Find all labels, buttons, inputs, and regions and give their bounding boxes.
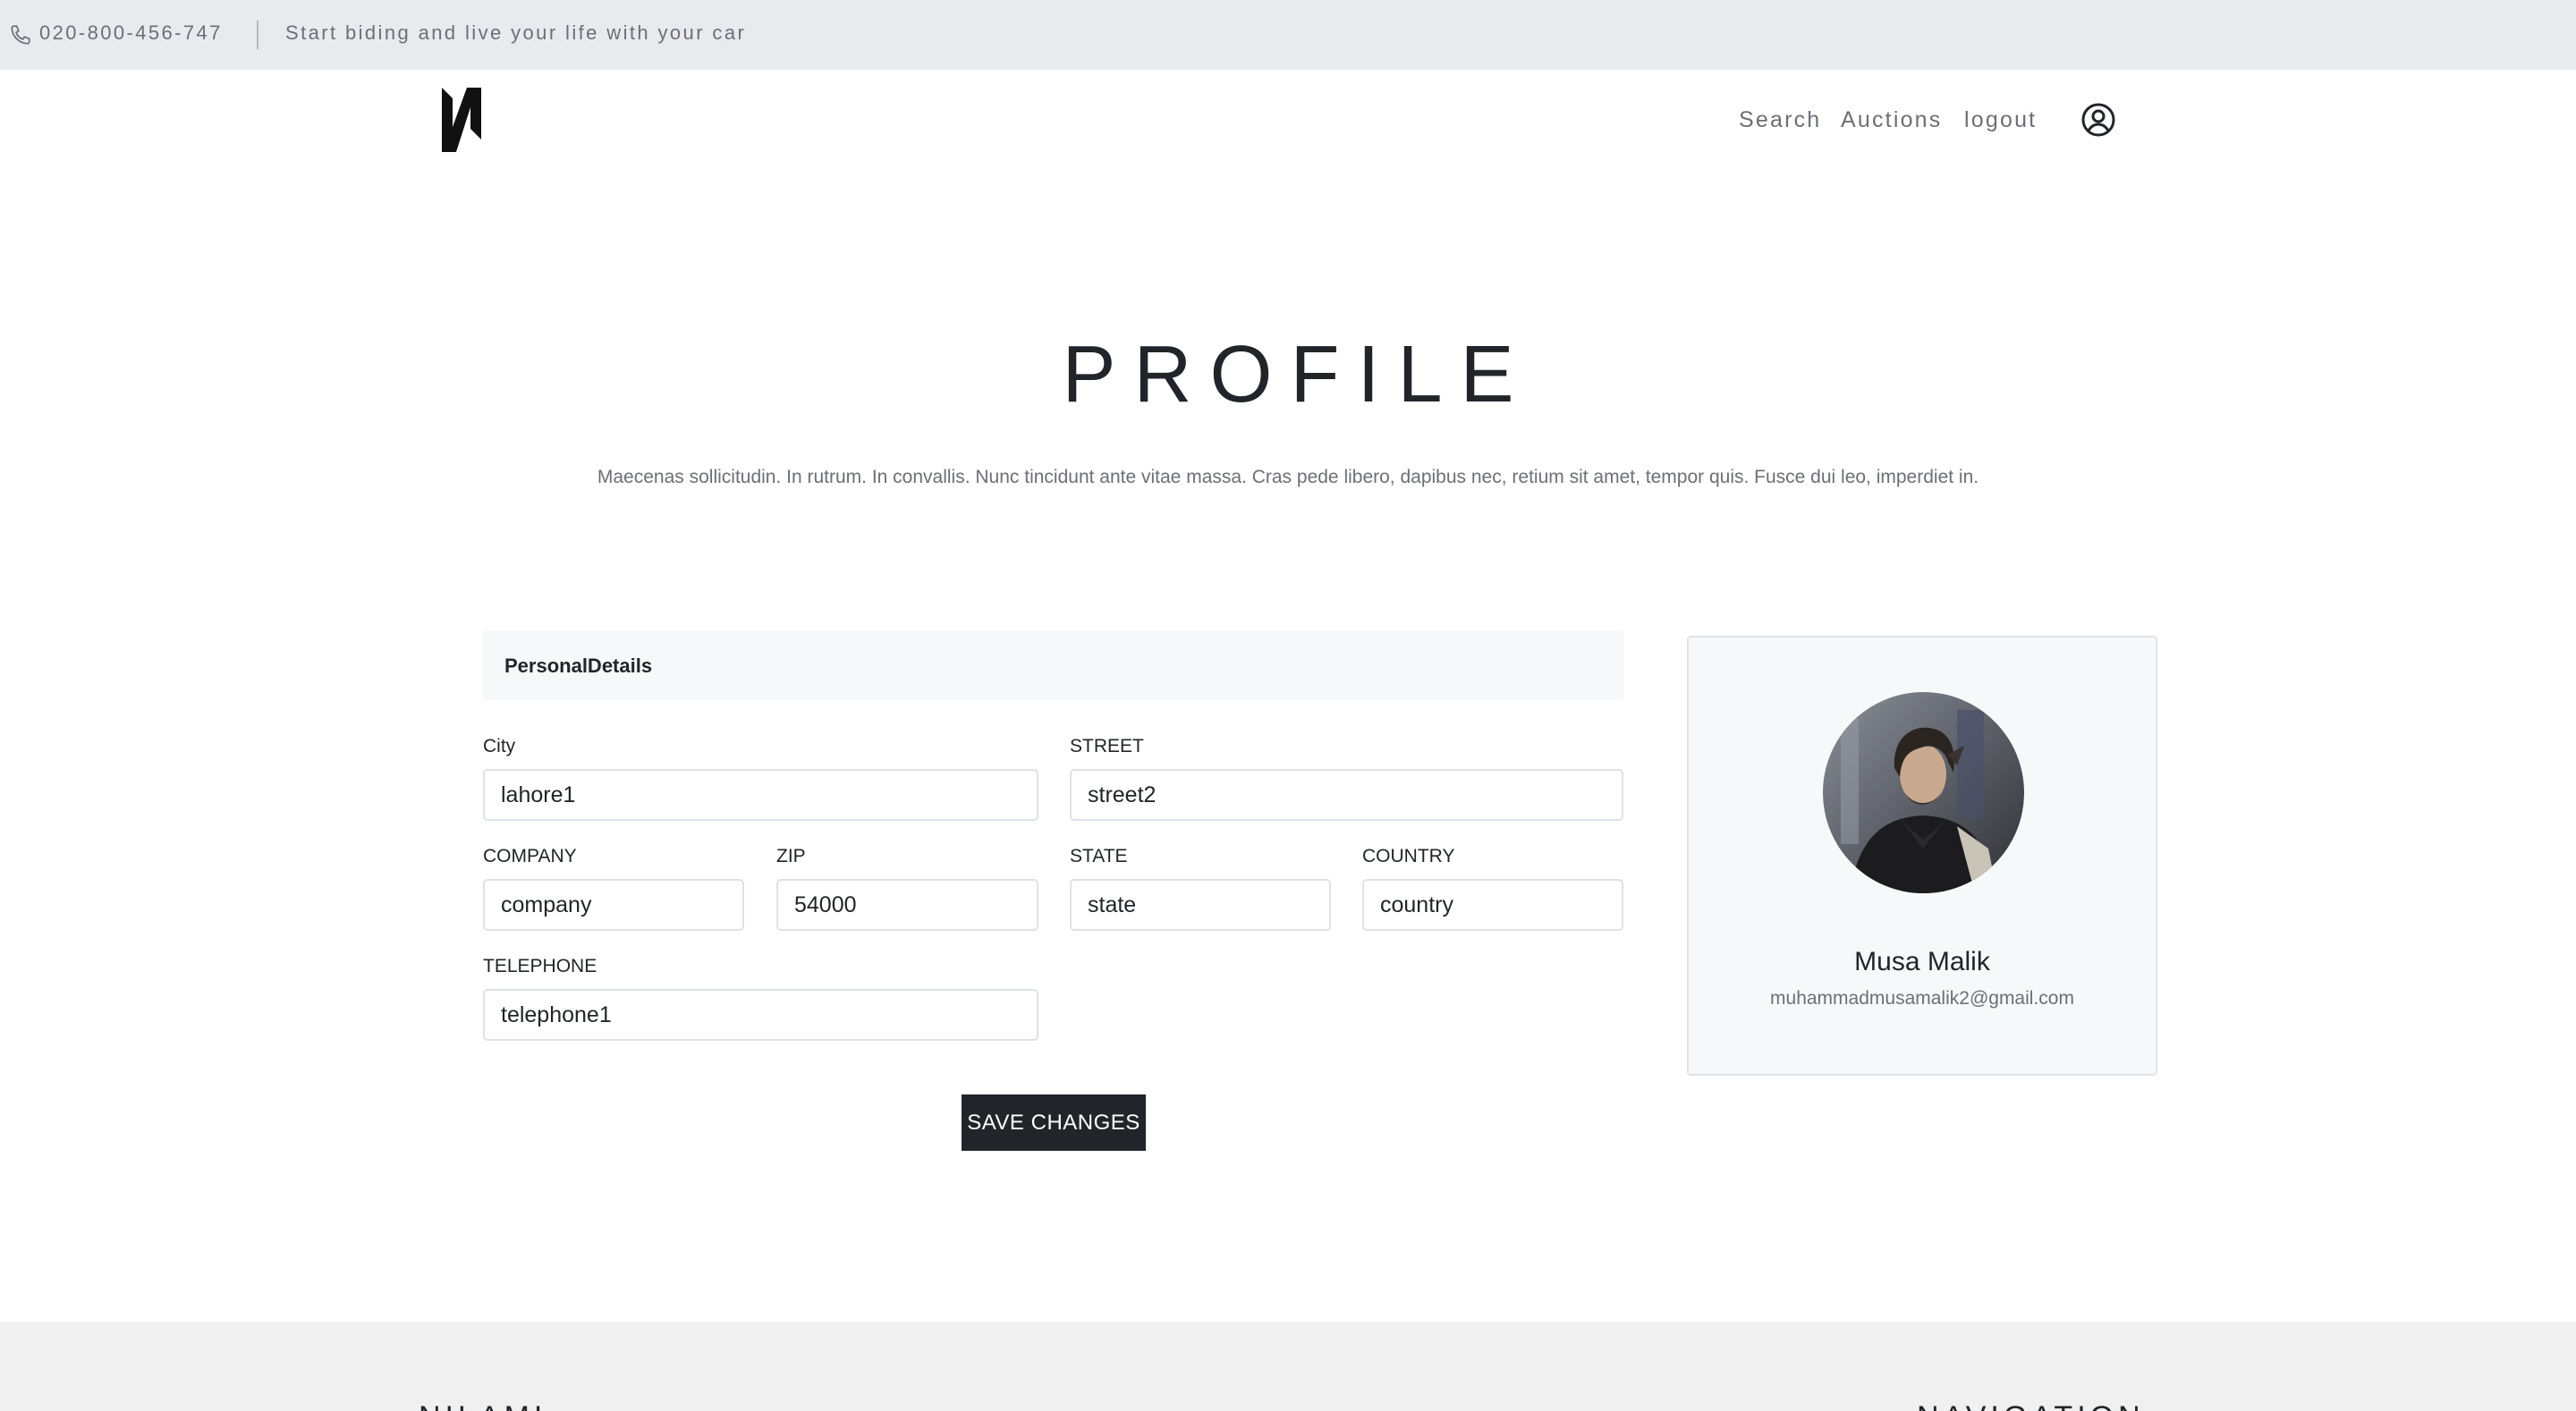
logo-icon[interactable] [440, 88, 483, 152]
topbar-divider [257, 21, 258, 49]
telephone-input[interactable] [483, 989, 1038, 1041]
state-label: STATE [1070, 846, 1128, 866]
street-input[interactable] [1070, 769, 1623, 821]
nav-auctions-link[interactable]: Auctions [1841, 107, 1943, 133]
avatar[interactable] [1823, 692, 2024, 893]
personal-details-title: PersonalDetails [504, 655, 653, 677]
tagline: Start biding and live your life with you… [285, 21, 747, 44]
state-input[interactable] [1070, 879, 1331, 931]
nav-search-link[interactable]: Search [1739, 107, 1821, 133]
company-input[interactable] [483, 879, 744, 931]
phone-icon [11, 25, 30, 45]
profile-name: Musa Malik [1854, 947, 1990, 976]
footer-navigation-heading: NAVIGATION [1917, 1400, 2145, 1411]
zip-label: ZIP [776, 846, 806, 866]
profile-card: Musa Malik muhammadmusamalik2@gmail.com [1687, 636, 2157, 1076]
zip-input[interactable] [776, 879, 1038, 931]
footer: NILAMI NAVIGATION [0, 1322, 2576, 1411]
phone-number: 020-800-456-747 [39, 21, 223, 44]
personal-details-header: PersonalDetails [483, 630, 1623, 700]
telephone-label: TELEPHONE [483, 956, 597, 976]
street-label: STREET [1070, 736, 1144, 756]
page-description: Maecenas sollicitudin. In rutrum. In con… [597, 467, 1979, 487]
avatar-image [1823, 692, 2024, 893]
page-title: PROFILE [1062, 330, 1532, 419]
city-input[interactable] [483, 769, 1038, 821]
profile-email: muhammadmusamalik2@gmail.com [1770, 988, 2074, 1009]
nav-logout-link[interactable]: logout [1964, 107, 2037, 133]
footer-brand: NILAMI [419, 1400, 547, 1411]
navbar: Search Auctions logout [0, 70, 2576, 170]
country-input[interactable] [1362, 879, 1623, 931]
save-changes-button[interactable]: SAVE CHANGES [962, 1094, 1146, 1151]
city-label: City [483, 736, 516, 756]
country-label: COUNTRY [1362, 846, 1455, 866]
company-label: COMPANY [483, 846, 577, 866]
top-bar: 020-800-456-747 Start biding and live yo… [0, 0, 2576, 70]
user-circle-icon[interactable] [2080, 102, 2116, 138]
